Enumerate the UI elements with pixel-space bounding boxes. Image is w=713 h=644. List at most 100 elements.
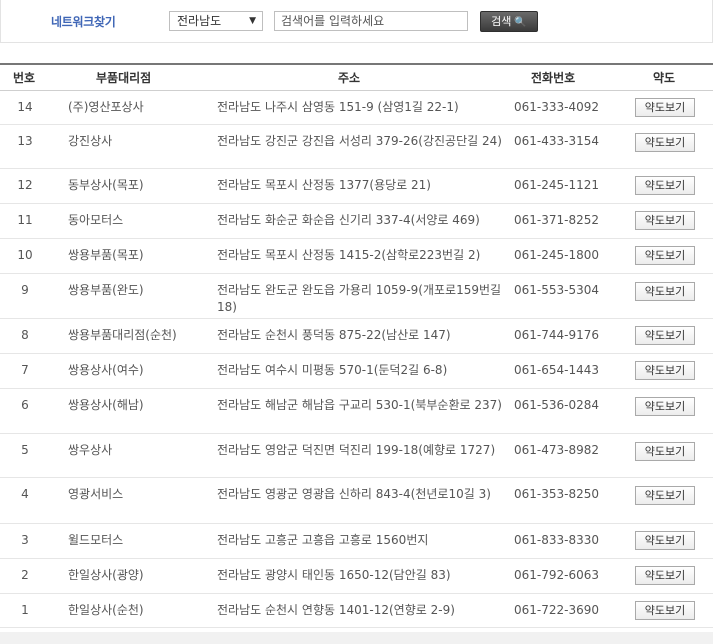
dealer-address: 전라남도 순천시 풍덕동 875-22(남산로 147) [217, 328, 451, 342]
dealer-name: 한일상사(순천) [68, 603, 144, 617]
dealer-address: 전라남도 해남군 해남읍 구교리 530-1(북부순환로 237) [217, 398, 502, 412]
table-row: 5 쌍우상사 전라남도 영암군 덕진면 덕진리 199-18(예향로 1727) 06… [0, 434, 713, 478]
view-map-button[interactable]: 약도보기 [635, 211, 695, 230]
row-number: 9 [21, 283, 29, 297]
table-row: 11 동아모터스 전라남도 화순군 화순읍 신기리 337-4(서양로 469) 06… [0, 204, 713, 239]
dealer-name: 윌드모터스 [68, 533, 124, 547]
dealer-phone: 061-371-8252 [514, 213, 600, 227]
row-number: 1 [21, 603, 29, 617]
view-map-button[interactable]: 약도보기 [635, 98, 695, 117]
header-dealer: 부품대리점 [96, 71, 152, 85]
view-map-button[interactable]: 약도보기 [635, 361, 695, 380]
view-map-button[interactable]: 약도보기 [635, 442, 695, 461]
header-phone: 전화번호 [531, 71, 576, 85]
dealer-name: 쌍용부품(목포) [68, 248, 144, 262]
row-number: 7 [21, 363, 29, 377]
table-row: 3 윌드모터스 전라남도 고흥군 고흥읍 고흥로 1560번지 061-833-833… [0, 524, 713, 559]
dealer-address: 전라남도 목포시 산정동 1377(용당로 21) [217, 178, 431, 192]
dealer-name: 강진상사 [68, 134, 113, 148]
view-map-button[interactable]: 약도보기 [635, 397, 695, 416]
row-number: 4 [21, 487, 29, 501]
table-row: 12 동부상사(목포) 전라남도 목포시 산정동 1377(용당로 21) 061-2… [0, 169, 713, 204]
dealer-address: 전라남도 강진군 강진읍 서성리 379-26(강진공단길 24) [217, 134, 502, 148]
view-map-button[interactable]: 약도보기 [635, 566, 695, 585]
dealer-address: 전라남도 완도군 완도읍 가용리 1059-9(개포로159번길 18) [217, 283, 502, 314]
row-number: 10 [17, 248, 33, 262]
dealer-name: 한일상사(광양) [68, 568, 144, 582]
view-map-button[interactable]: 약도보기 [635, 176, 695, 195]
dealer-phone: 061-553-5304 [514, 283, 600, 297]
row-number: 5 [21, 443, 29, 457]
dealer-address: 전라남도 여수시 미평동 570-1(둔덕2길 6-8) [217, 363, 448, 377]
search-input-placeholder: 검색어를 입력하세요 [281, 14, 385, 28]
row-number: 2 [21, 568, 29, 582]
view-map-button[interactable]: 약도보기 [635, 282, 695, 301]
dealer-phone: 061-245-1800 [514, 248, 600, 262]
row-number: 14 [17, 100, 33, 114]
dealer-name: 쌍우상사 [68, 443, 113, 457]
dealer-table: 번호 부품대리점 주소 전화번호 약도 14 (주)영산포상사 전라남도 나주시 삼… [0, 63, 713, 628]
table-row: 6 쌍용상사(해남) 전라남도 해남군 해남읍 구교리 530-1(북부순환로 23… [0, 389, 713, 434]
dealer-name: 동부상사(목포) [68, 178, 144, 192]
search-button-label: 검색 [491, 15, 512, 28]
header-no: 번호 [13, 71, 36, 85]
dealer-phone: 061-333-4092 [514, 100, 600, 114]
dealer-phone: 061-792-6063 [514, 568, 600, 582]
dealer-address: 전라남도 영암군 덕진면 덕진리 199-18(예향로 1727) [217, 443, 496, 457]
chevron-down-icon: ▼ [249, 16, 256, 26]
table-row: 9 쌍용부품(완도) 전라남도 완도군 완도읍 가용리 1059-9(개포로159번… [0, 274, 713, 319]
view-map-button[interactable]: 약도보기 [635, 246, 695, 265]
header-map: 약도 [653, 71, 676, 85]
table-row: 4 영광서비스 전라남도 영광군 영광읍 신하리 843-4(천년로10길 3) 06… [0, 478, 713, 524]
row-number: 3 [21, 533, 29, 547]
dealer-address: 전라남도 나주시 삼영동 151-9 (삼영1길 22-1) [217, 100, 459, 114]
dealer-address: 전라남도 영광군 영광읍 신하리 843-4(천년로10길 3) [217, 487, 491, 501]
dealer-phone: 061-353-8250 [514, 487, 600, 501]
dealer-name: 쌍용부품(완도) [68, 283, 144, 297]
dealer-name: (주)영산포상사 [68, 100, 144, 114]
row-number: 12 [17, 178, 33, 192]
table-row: 14 (주)영산포상사 전라남도 나주시 삼영동 151-9 (삼영1길 22-1)… [0, 91, 713, 125]
dealer-phone: 061-536-0284 [514, 398, 600, 412]
view-map-button[interactable]: 약도보기 [635, 531, 695, 550]
table-body: 14 (주)영산포상사 전라남도 나주시 삼영동 151-9 (삼영1길 22-1)… [0, 91, 713, 628]
row-number: 13 [17, 134, 33, 148]
table-row: 1 한일상사(순천) 전라남도 순천시 연향동 1401-12(연향로 2-9) 06… [0, 594, 713, 628]
dealer-phone: 061-722-3690 [514, 603, 600, 617]
dealer-phone: 061-744-9176 [514, 328, 600, 342]
search-icon: 🔍 [514, 17, 527, 28]
table-row: 2 한일상사(광양) 전라남도 광양시 태인동 1650-12(담안길 83) 061… [0, 559, 713, 594]
row-number: 11 [17, 213, 33, 227]
row-number: 6 [21, 398, 29, 412]
dealer-phone: 061-473-8982 [514, 443, 600, 457]
bottom-scroll-area [0, 632, 713, 644]
table-row: 13 강진상사 전라남도 강진군 강진읍 서성리 379-26(강진공단길 24) 0… [0, 125, 713, 169]
view-map-button[interactable]: 약도보기 [635, 326, 695, 345]
dealer-name: 영광서비스 [68, 487, 124, 501]
dealer-name: 쌍용상사(여수) [68, 363, 144, 377]
search-bar: 네트워크찾기 전라남도 ▼ 검색어를 입력하세요 검색 🔍 [0, 0, 713, 43]
dealer-phone: 061-245-1121 [514, 178, 600, 192]
dealer-phone: 061-654-1443 [514, 363, 600, 377]
table-header: 번호 부품대리점 주소 전화번호 약도 [0, 65, 713, 91]
view-map-button[interactable]: 약도보기 [635, 601, 695, 620]
dealer-address: 전라남도 목포시 산정동 1415-2(삼학로223번길 2) [217, 248, 481, 262]
dealer-name: 쌍용부품대리점(순천) [68, 328, 177, 342]
view-map-button[interactable]: 약도보기 [635, 486, 695, 505]
table-row: 7 쌍용상사(여수) 전라남도 여수시 미평동 570-1(둔덕2길 6-8) 061… [0, 354, 713, 389]
table-row: 8 쌍용부품대리점(순천) 전라남도 순천시 풍덕동 875-22(남산로 147)… [0, 319, 713, 354]
region-select[interactable]: 전라남도 ▼ [169, 11, 263, 31]
search-button[interactable]: 검색 🔍 [480, 11, 538, 32]
dealer-address: 전라남도 화순군 화순읍 신기리 337-4(서양로 469) [217, 213, 480, 227]
header-address: 주소 [338, 71, 361, 85]
dealer-address: 전라남도 순천시 연향동 1401-12(연향로 2-9) [217, 603, 455, 617]
row-number: 8 [21, 328, 29, 342]
view-map-button[interactable]: 약도보기 [635, 133, 695, 152]
region-select-value: 전라남도 [177, 14, 222, 28]
dealer-name: 동아모터스 [68, 213, 124, 227]
dealer-phone: 061-433-3154 [514, 134, 600, 148]
dealer-address: 전라남도 고흥군 고흥읍 고흥로 1560번지 [217, 533, 429, 547]
dealer-phone: 061-833-8330 [514, 533, 600, 547]
network-search-title: 네트워크찾기 [51, 15, 116, 29]
search-input[interactable]: 검색어를 입력하세요 [274, 11, 468, 31]
